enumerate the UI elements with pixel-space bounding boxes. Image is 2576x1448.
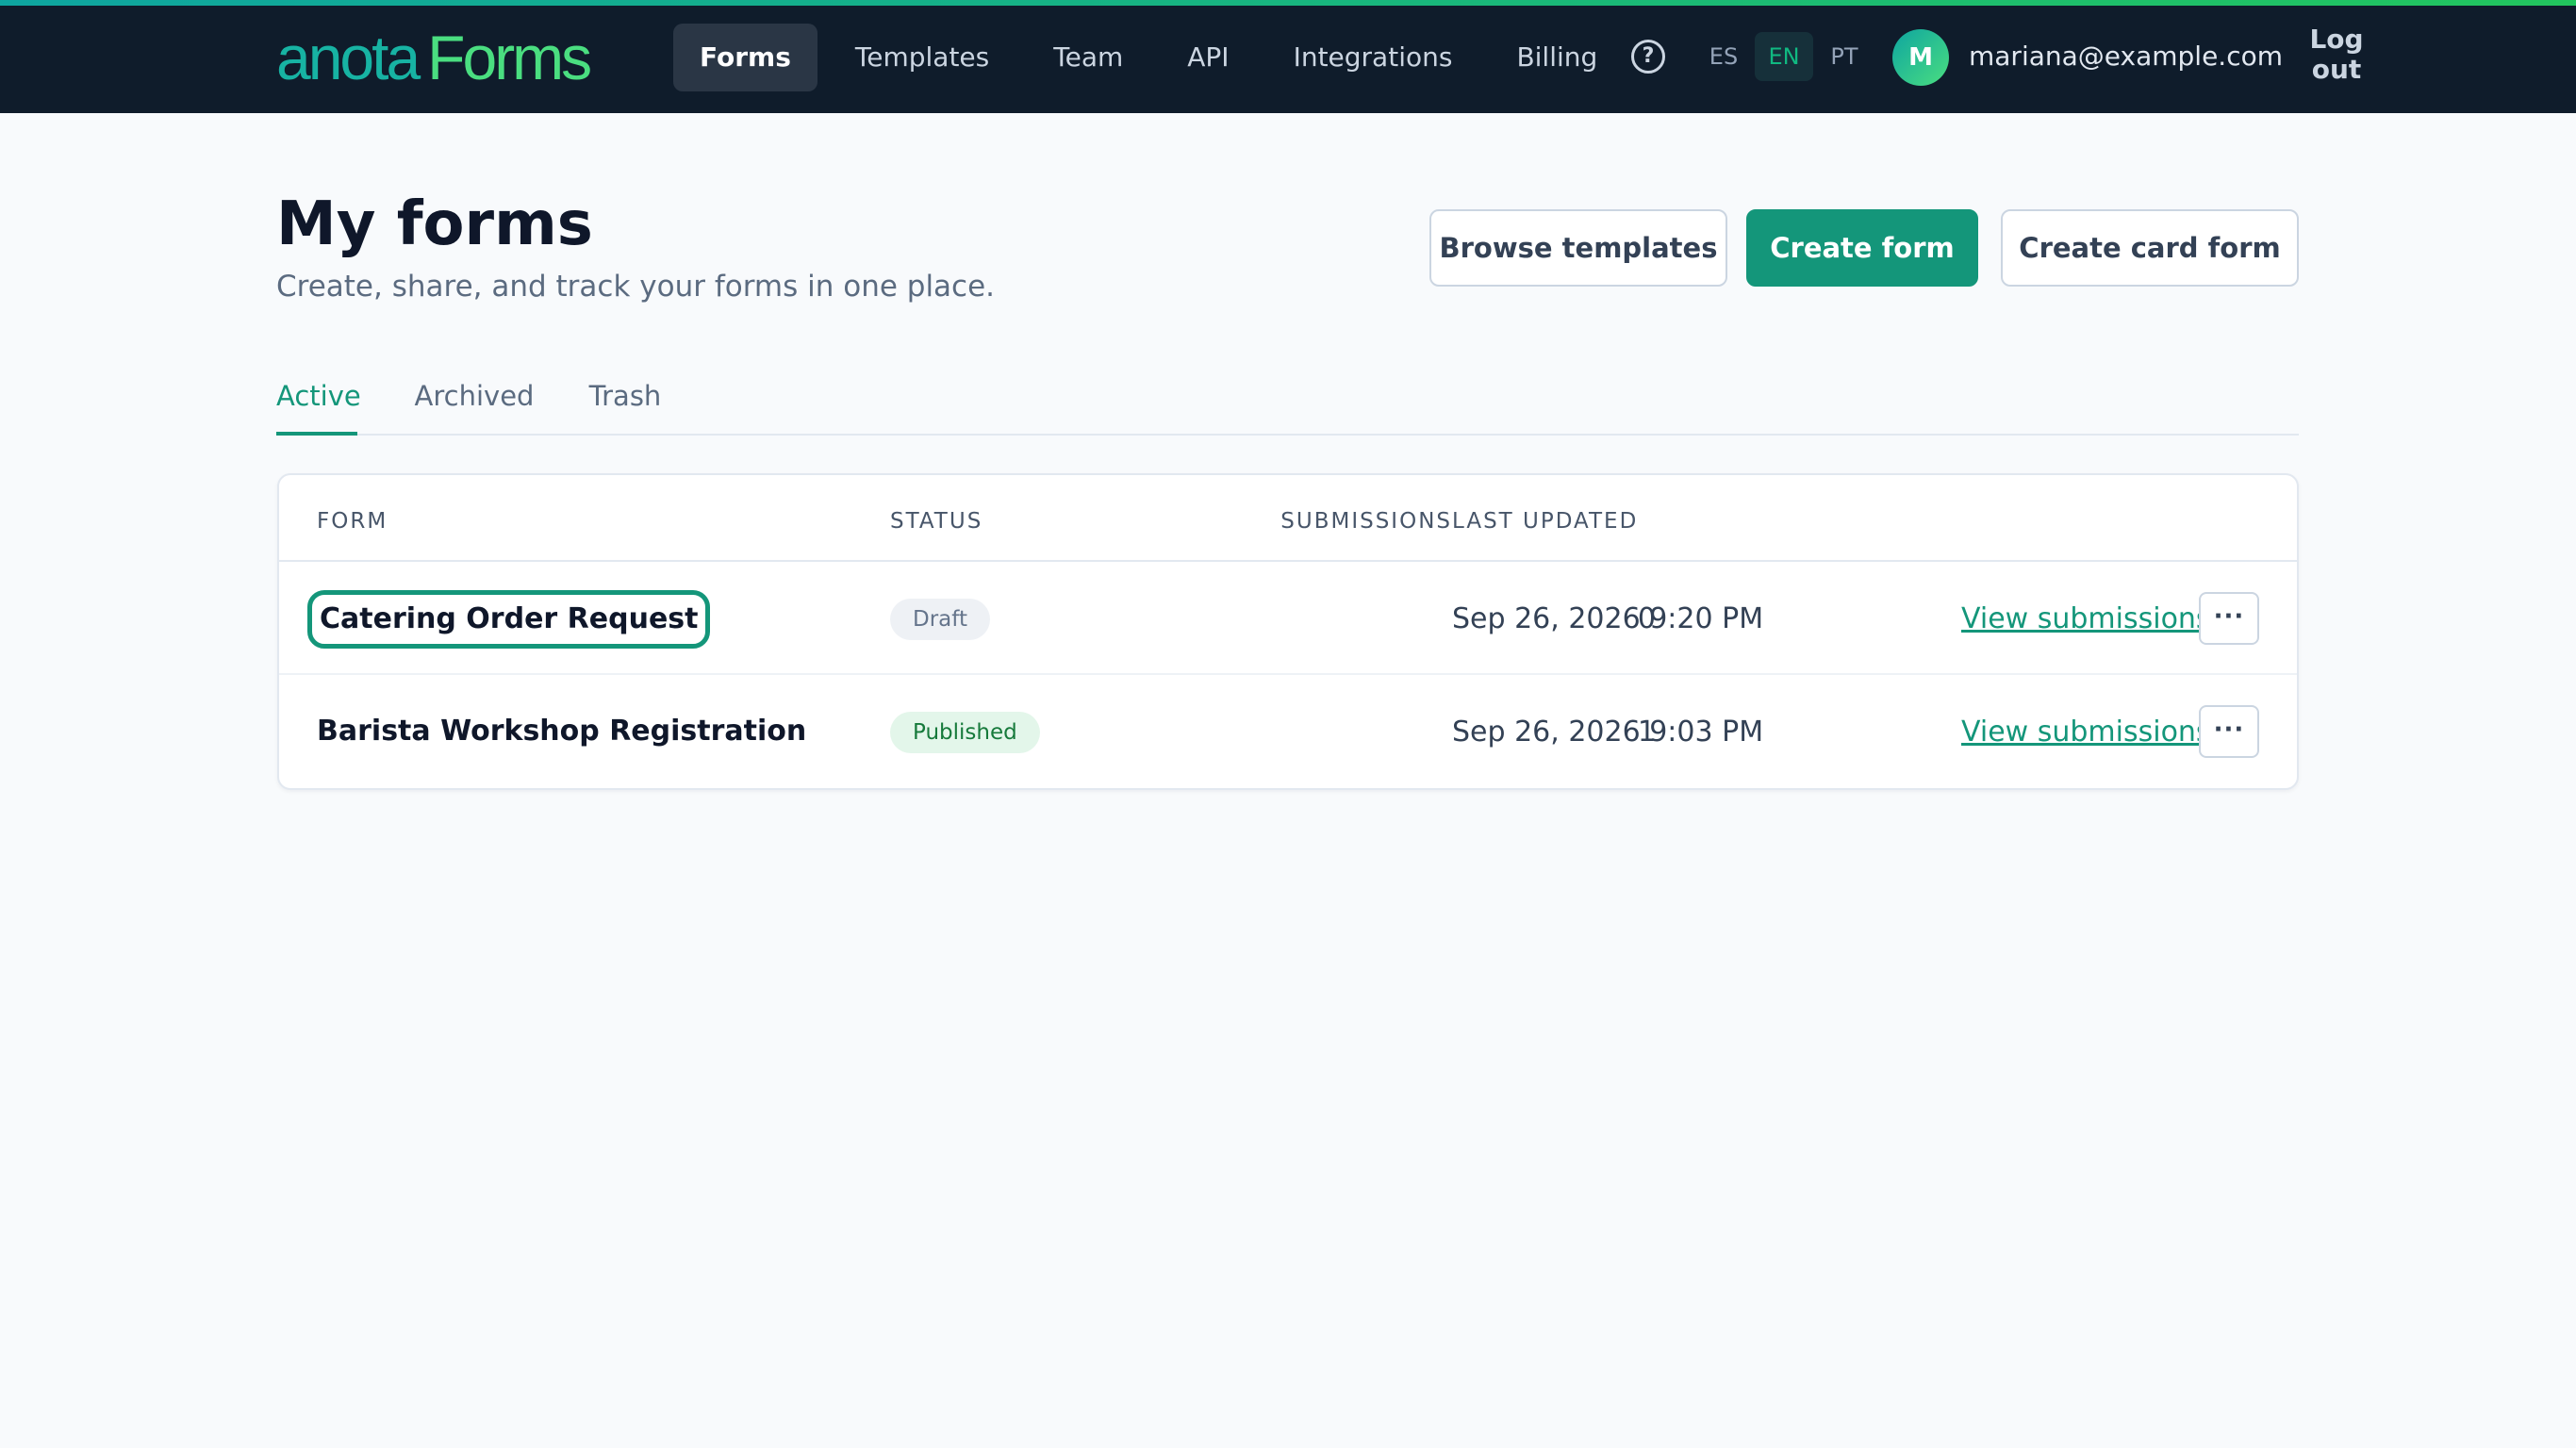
nav-item-api[interactable]: API [1161, 24, 1255, 91]
logout-label-line2: out [2311, 54, 2362, 85]
form-name-link[interactable]: Barista Workshop Registration [317, 711, 806, 752]
page-title: My forms [276, 189, 593, 259]
form-tabs: Active Archived Trash [276, 370, 2299, 436]
nav-item-templates[interactable]: Templates [829, 24, 1016, 91]
brand-logo[interactable]: anota Forms [276, 23, 592, 92]
user-email[interactable]: mariana@example.com [1969, 38, 2283, 75]
top-navigation-bar: anota Forms Forms Templates Team API Int… [0, 0, 2576, 113]
logo-text-part2: Forms [427, 23, 592, 92]
nav-item-billing[interactable]: Billing [1490, 24, 1624, 91]
column-header-status: STATUS [890, 509, 983, 534]
tab-active[interactable]: Active [276, 370, 361, 436]
create-card-form-button[interactable]: Create card form [2001, 209, 2299, 287]
tab-archived[interactable]: Archived [397, 370, 552, 436]
view-submissions-link[interactable]: View submissions [1961, 599, 2211, 640]
column-header-submissions: SUBMISSIONS [1280, 509, 1452, 534]
tab-trash[interactable]: Trash [576, 370, 674, 436]
logo-text-part1: anota [276, 23, 421, 92]
more-actions-button[interactable]: ··· [2199, 592, 2259, 645]
logout-label-line1: Log [2309, 24, 2364, 55]
more-actions-button[interactable]: ··· [2199, 705, 2259, 758]
last-updated: Sep 26, 2026 9:03 PM [1452, 716, 1764, 749]
view-submissions-link[interactable]: View submissions [1961, 712, 2211, 753]
accent-stripe [0, 0, 2576, 6]
page-subtitle: Create, share, and track your forms in o… [276, 270, 996, 304]
column-header-last-updated: LAST UPDATED [1452, 509, 1639, 534]
lang-es-button[interactable]: ES [1694, 32, 1753, 81]
forms-table: FORM STATUS SUBMISSIONS LAST UPDATED Cat… [277, 473, 2299, 790]
nav-item-forms[interactable]: Forms [673, 24, 817, 91]
table-row: Catering Order Request Draft 0 Sep 26, 2… [279, 560, 2297, 675]
browse-templates-button[interactable]: Browse templates [1429, 209, 1727, 287]
main-nav: Forms Templates Team API Integrations Bi… [673, 24, 1635, 91]
avatar[interactable]: M [1892, 29, 1949, 86]
create-form-button[interactable]: Create form [1746, 209, 1978, 287]
nav-item-integrations[interactable]: Integrations [1267, 24, 1479, 91]
status-badge: Published [890, 712, 1040, 753]
nav-item-team[interactable]: Team [1027, 24, 1149, 91]
status-badge: Draft [890, 599, 990, 640]
table-row: Barista Workshop Registration Published … [279, 675, 2297, 790]
lang-pt-button[interactable]: PT [1815, 32, 1874, 81]
last-updated: Sep 26, 2026 9:20 PM [1452, 602, 1764, 635]
column-header-form: FORM [317, 509, 388, 534]
language-switcher: ES EN PT [1694, 32, 1875, 81]
lang-en-button[interactable]: EN [1755, 32, 1813, 81]
form-name-link[interactable]: Catering Order Request [307, 590, 711, 649]
help-icon[interactable]: ? [1631, 40, 1665, 74]
logout-button[interactable]: Log out [2282, 25, 2391, 89]
